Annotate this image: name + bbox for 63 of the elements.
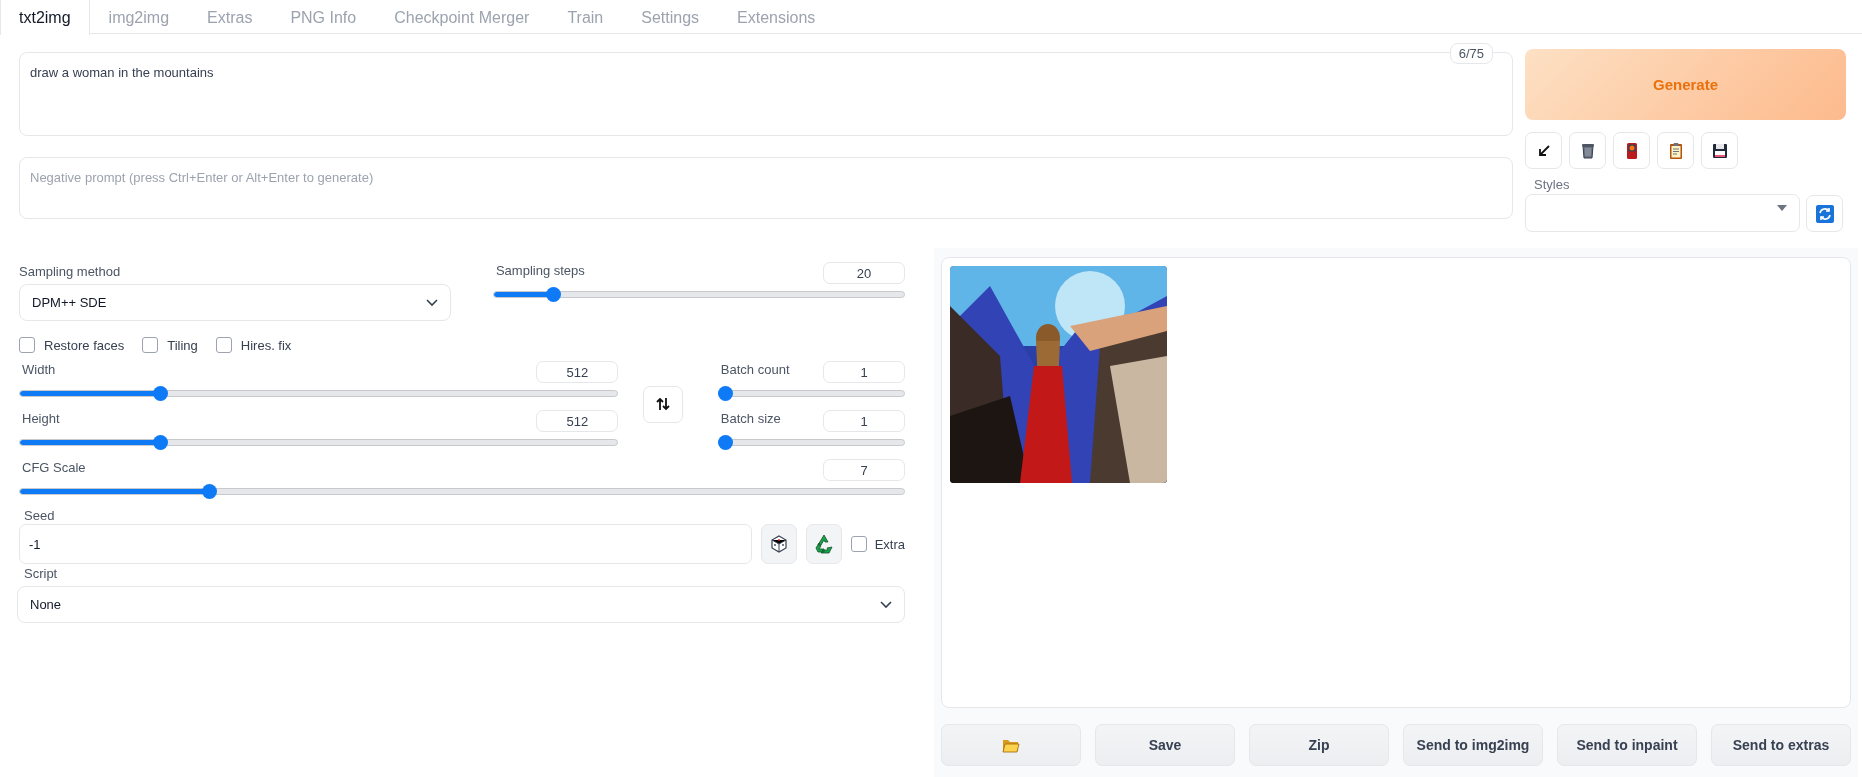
- reuse-seed-button[interactable]: [805, 524, 842, 564]
- slider-label: Sampling steps: [494, 262, 585, 278]
- slider-label: CFG Scale: [21, 459, 86, 475]
- slider-thumb[interactable]: [717, 435, 733, 450]
- paste-button[interactable]: [1525, 132, 1562, 169]
- output-button[interactable]: Save: [1095, 724, 1235, 766]
- slider-thumb[interactable]: [153, 435, 169, 450]
- number-field[interactable]: 20: [823, 262, 905, 284]
- chevron-icon: [425, 298, 438, 307]
- output-button[interactable]: Send to inpaint: [1557, 724, 1697, 766]
- output-button[interactable]: Send to extras: [1711, 724, 1851, 766]
- caret-icon: [1777, 205, 1787, 211]
- output-button[interactable]: Zip: [1249, 724, 1389, 766]
- slider-thumb[interactable]: [153, 386, 169, 401]
- negative-prompt-field[interactable]: Negative prompt (press Ctrl+Enter or Alt+Enter to generate): [19, 157, 1513, 219]
- output-button[interactable]: Send to img2img: [1403, 724, 1543, 766]
- sampling-method-label: Sampling method: [19, 264, 122, 279]
- checkbox[interactable]: [19, 337, 35, 353]
- slider[interactable]: [492, 287, 905, 302]
- dice-icon: [769, 534, 789, 554]
- slider-label: Height: [21, 410, 60, 426]
- sampling-method-dropdown[interactable]: DPM++ SDE: [19, 284, 451, 321]
- refresh-icon: [1814, 203, 1835, 224]
- checkbox-label: Hires. fix: [240, 337, 292, 353]
- clear-button[interactable]: [1569, 132, 1606, 169]
- slider[interactable]: [19, 386, 619, 401]
- slider-label: Width: [21, 361, 56, 377]
- checkbox[interactable]: [215, 337, 232, 353]
- checkbox[interactable]: [850, 536, 867, 552]
- checkbox-label: Extra: [874, 536, 905, 552]
- script-label: Script: [23, 566, 59, 581]
- slider[interactable]: [717, 435, 905, 450]
- seed-label: Seed: [24, 508, 55, 523]
- extra-networks-button[interactable]: [1613, 132, 1650, 169]
- slider-thumb[interactable]: [545, 287, 561, 302]
- checkbox[interactable]: [142, 337, 159, 353]
- tab[interactable]: txt2img: [0, 0, 90, 35]
- number-field[interactable]: 1: [823, 410, 905, 432]
- slider-label: Batch size: [719, 410, 781, 426]
- chevron-icon: [880, 600, 892, 609]
- slider[interactable]: [19, 435, 619, 450]
- number-field[interactable]: 1: [823, 361, 905, 383]
- slider[interactable]: [717, 386, 905, 401]
- folder-icon: [1002, 737, 1020, 753]
- token-counter: 6/75: [1449, 43, 1493, 64]
- save-style-button[interactable]: [1701, 132, 1738, 169]
- checkbox-label: Tiling: [167, 337, 198, 353]
- refresh-button[interactable]: [1806, 195, 1843, 232]
- styles-label: Styles: [1533, 177, 1571, 192]
- slider[interactable]: [19, 484, 905, 499]
- script-dropdown[interactable]: None: [17, 586, 905, 623]
- number-field[interactable]: 7: [823, 459, 905, 481]
- number-field[interactable]: 512: [536, 410, 619, 432]
- random-seed-button[interactable]: [761, 524, 797, 564]
- swap-icon: [656, 397, 671, 411]
- slider-thumb[interactable]: [201, 484, 217, 499]
- slider-label: Batch count: [719, 361, 790, 377]
- number-field[interactable]: 512: [536, 361, 619, 383]
- checkbox-label: Restore faces: [44, 337, 125, 353]
- slider-thumb[interactable]: [717, 386, 733, 401]
- styles-apply-button[interactable]: [1657, 132, 1694, 169]
- seed-field[interactable]: -1: [19, 524, 753, 564]
- swap-button[interactable]: [643, 385, 684, 423]
